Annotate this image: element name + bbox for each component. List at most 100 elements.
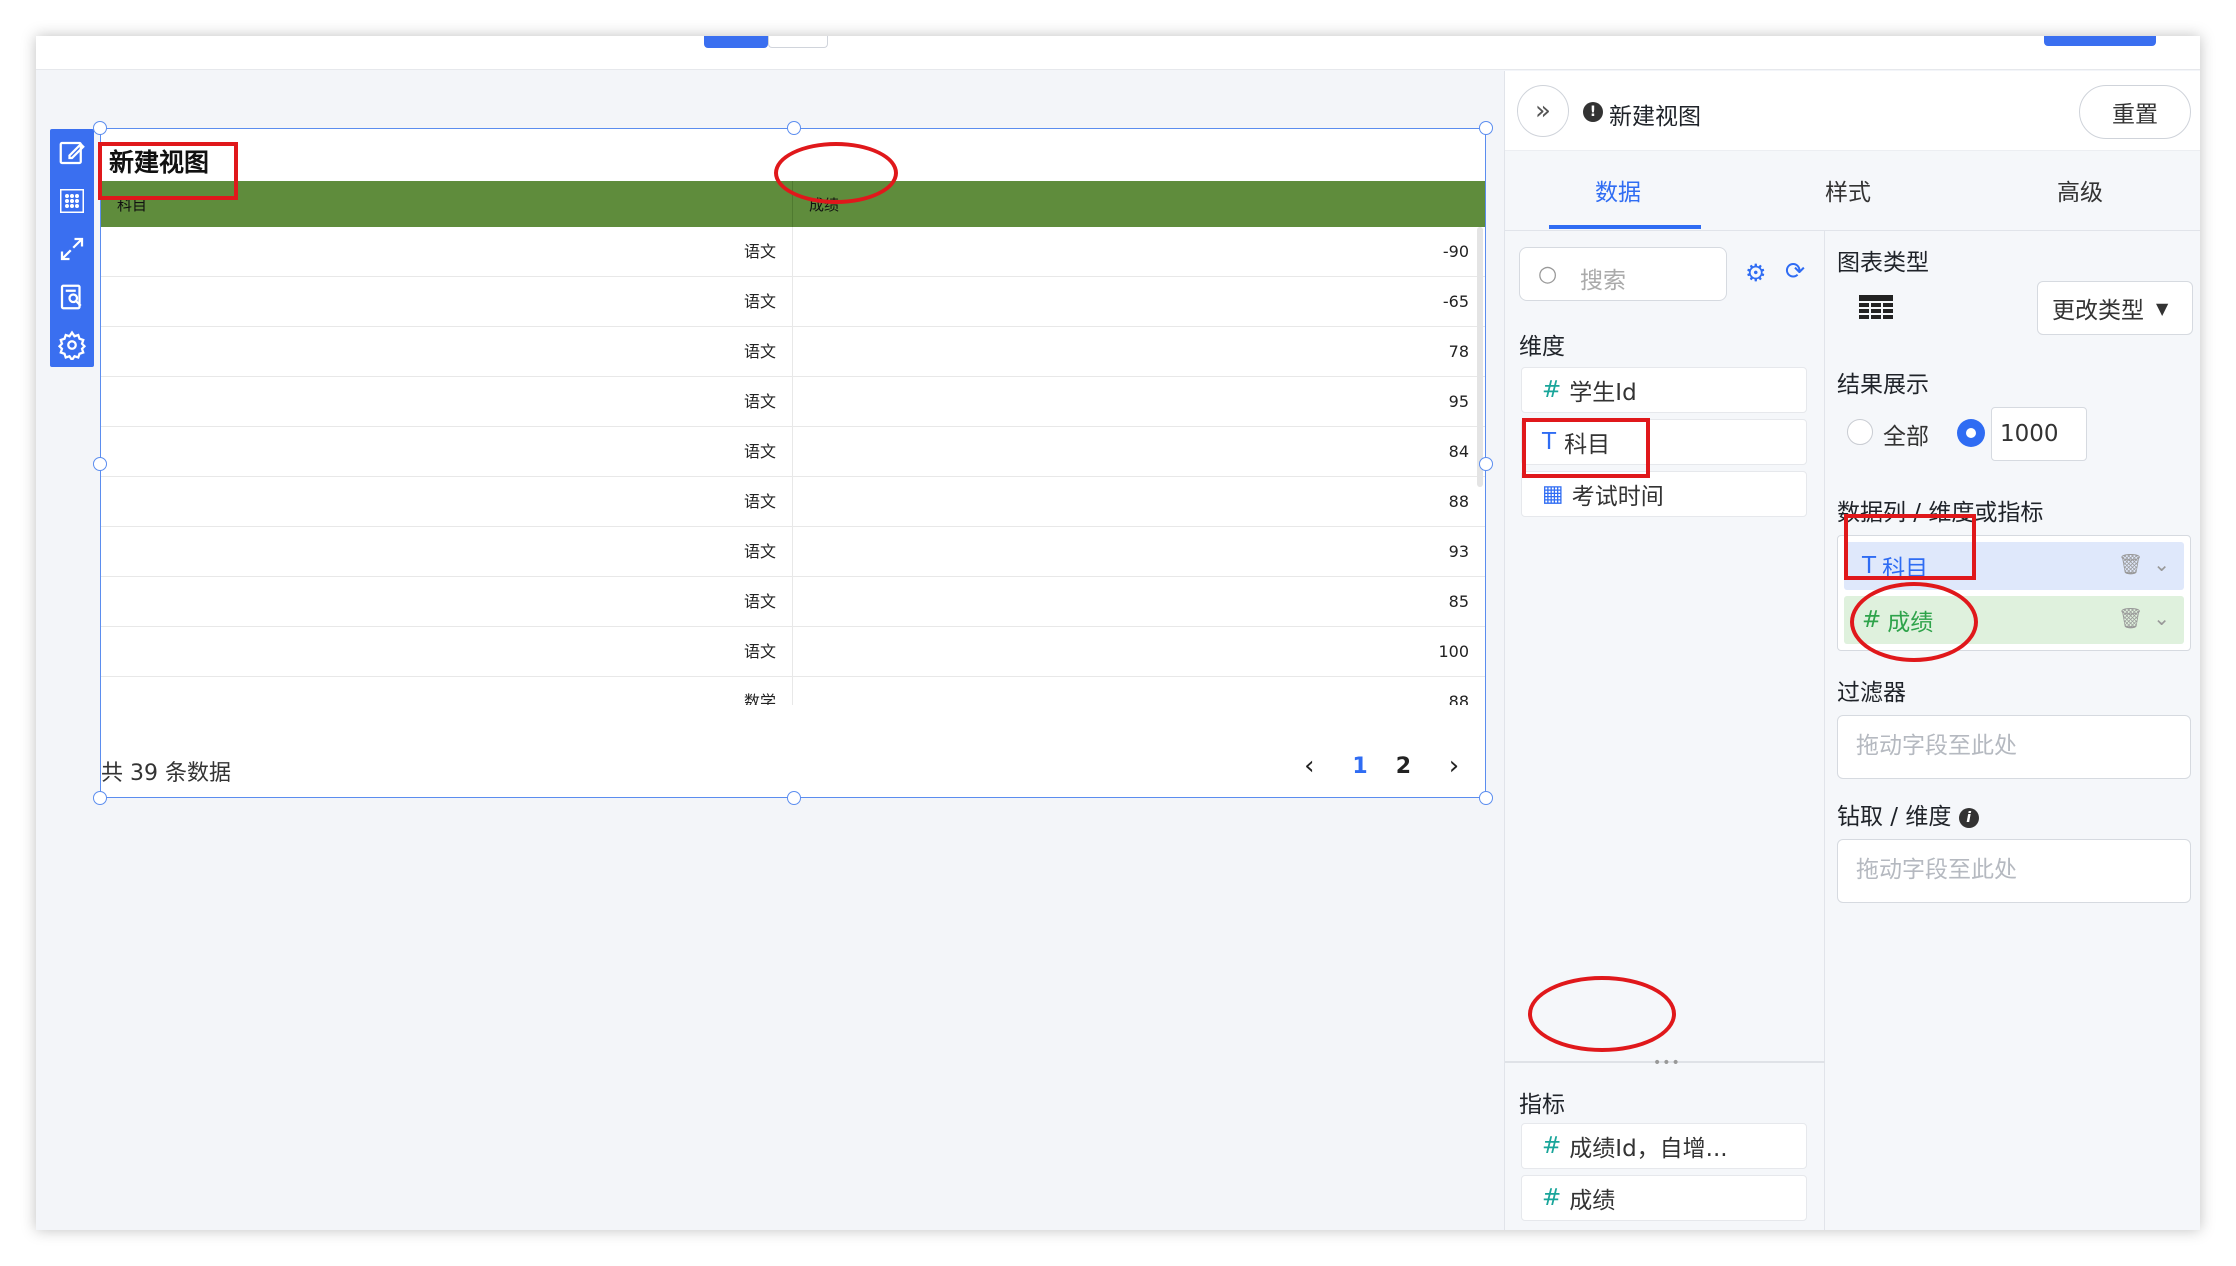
table-row: 语文 88 [101,477,1485,527]
resize-handle[interactable] [787,791,801,805]
grid-icon[interactable] [54,183,90,219]
expand-icon[interactable] [54,231,90,267]
table-scrollbar[interactable] [1477,227,1483,487]
chevron-left-icon[interactable]: ‹ [1294,751,1324,781]
table-widget[interactable]: 新建视图 科目 成绩 语文 -90 语文 -65 语文 78 语文 95 语文 84 语文… [93,121,1493,805]
resize-handle[interactable] [787,121,801,135]
field-label: 成绩Id，自增... [1569,1136,1728,1162]
chevron-down-icon[interactable]: ⌄ [2153,552,2170,576]
double-chevron-right-icon: » [1535,96,1551,126]
radio-all-label: 全部 [1883,424,1929,450]
table-cell: -65 [1442,292,1469,311]
refresh-icon[interactable]: ⟳ [1785,257,1805,285]
drag-grip-icon[interactable]: ••• [1653,1055,1681,1071]
search-input[interactable]: ○ 搜索 [1519,247,1727,301]
panel-header: » ! 新建视图 重置 [1505,71,2200,151]
resize-handle[interactable] [93,791,107,805]
caret-down-icon: ▼ [2156,298,2169,318]
search-placeholder: 搜索 [1580,268,1626,294]
change-type-dropdown[interactable]: 更改类型 ▼ [2037,281,2193,335]
app-window: 新建视图 科目 成绩 语文 -90 语文 -65 语文 78 语文 95 语文 84 语文… [36,36,2200,1230]
settings-icon[interactable] [54,327,90,363]
table-cell: 语文 [101,377,793,426]
radio-all[interactable] [1847,419,1873,445]
table-cell: 100 [1438,642,1469,661]
drill-label: 钻取 / 维度 i [1837,797,1979,831]
table-row: 语文 78 [101,327,1485,377]
table-cell: 78 [1448,342,1469,361]
field-label: 成绩 [1569,1188,1616,1214]
collapse-panel-button[interactable]: » [1517,85,1569,137]
limit-input[interactable]: 1000 [1991,407,2087,461]
annotation-box [98,142,238,200]
table-cell: 85 [1448,592,1469,611]
resize-handle[interactable] [1479,121,1493,135]
result-display-label: 结果展示 [1837,372,1929,398]
chart-config-column: 图表类型 更改类型 ▼ 结果展示 全部 1000 数据列 / 维度或指标 T 科… [1825,231,2200,1230]
toolbar-segment-active[interactable] [704,36,768,48]
number-type-icon: # [1542,377,1562,403]
dimensions-label: 维度 [1519,334,1565,360]
annotation-circle [774,142,898,204]
metrics-label: 指标 [1519,1092,1565,1118]
table-row: 语文 100 [101,627,1485,677]
toolbar-primary-button[interactable] [2044,36,2156,46]
table-cell: 语文 [101,477,793,526]
metric-field-score[interactable]: # 成绩 [1521,1175,1807,1221]
toolbar-segment[interactable] [768,36,828,48]
resize-handle[interactable] [1479,457,1493,471]
panel-tabs: 数据 样式 高级 [1505,151,2200,231]
tab-style[interactable]: 样式 [1825,173,1871,207]
table-cell: 88 [1448,692,1469,705]
annotation-box [1844,514,1976,580]
table-cell: 语文 [101,277,793,326]
trash-icon[interactable]: 🗑 [2118,606,2143,630]
table-cell: 语文 [101,227,793,276]
table-cell: 数学 [101,677,793,705]
resize-handle[interactable] [1479,791,1493,805]
metric-field-score-id[interactable]: # 成绩Id，自增... [1521,1123,1807,1169]
number-type-icon: # [1542,1185,1562,1211]
dashboard-canvas: 新建视图 科目 成绩 语文 -90 语文 -65 语文 78 语文 95 语文 84 语文… [36,71,1504,1230]
inspect-icon[interactable] [54,279,90,315]
table-row: 语文 95 [101,377,1485,427]
config-panel: » ! 新建视图 重置 数据 样式 高级 ○ 搜索 ⚙ ⟳ 维度 # 学生Id … [1504,71,2200,1230]
table-cell: 语文 [101,527,793,576]
chart-type-label: 图表类型 [1837,250,1929,276]
field-label: 考试时间 [1571,484,1664,510]
info-icon[interactable]: i [1958,808,1979,828]
table-cell: 84 [1448,442,1469,461]
calendar-icon: ▦ [1542,481,1564,507]
page-2-button[interactable]: 2 [1396,754,1411,779]
table-cell: 95 [1448,392,1469,411]
trash-icon[interactable]: 🗑 [2118,552,2143,576]
table-body: 语文 -90 语文 -65 语文 78 语文 95 语文 84 语文 88 语文 93 语文 8… [101,227,1485,705]
drill-dropzone[interactable]: 拖动字段至此处 [1837,839,2191,903]
edit-icon[interactable] [54,135,90,171]
top-toolbar [36,36,2200,70]
pagination: ‹ 1 2 › [1294,751,1469,781]
column-header-score[interactable]: 成绩 [793,181,1485,227]
active-tab-indicator [1549,225,1701,229]
gear-icon[interactable]: ⚙ [1745,259,1767,287]
radio-limit[interactable] [1957,419,1985,447]
tab-data[interactable]: 数据 [1595,173,1641,207]
total-count: 共 39 条数据 [101,761,231,786]
table-cell: 语文 [101,327,793,376]
field-list-column: ○ 搜索 ⚙ ⟳ 维度 # 学生Id T 科目 ▦ 考试时间 ••• 指标 # [1505,231,1825,1230]
filter-dropzone[interactable]: 拖动字段至此处 [1837,715,2191,779]
dimension-field-student-id[interactable]: # 学生Id [1521,367,1807,413]
tab-advanced[interactable]: 高级 [2057,173,2103,207]
table-cell: 语文 [101,627,793,676]
chevron-down-icon[interactable]: ⌄ [2153,606,2170,630]
reset-button[interactable]: 重置 [2079,85,2191,139]
resize-handle[interactable] [93,457,107,471]
page-1-button[interactable]: 1 [1352,754,1367,779]
table-row: 语文 85 [101,577,1485,627]
resize-handle[interactable] [93,121,107,135]
drill-label-text: 钻取 / 维度 [1837,804,1952,830]
change-type-label: 更改类型 [2052,298,2144,324]
table-cell: 语文 [101,427,793,476]
chevron-right-icon[interactable]: › [1439,751,1469,781]
annotation-circle [1850,582,1978,662]
